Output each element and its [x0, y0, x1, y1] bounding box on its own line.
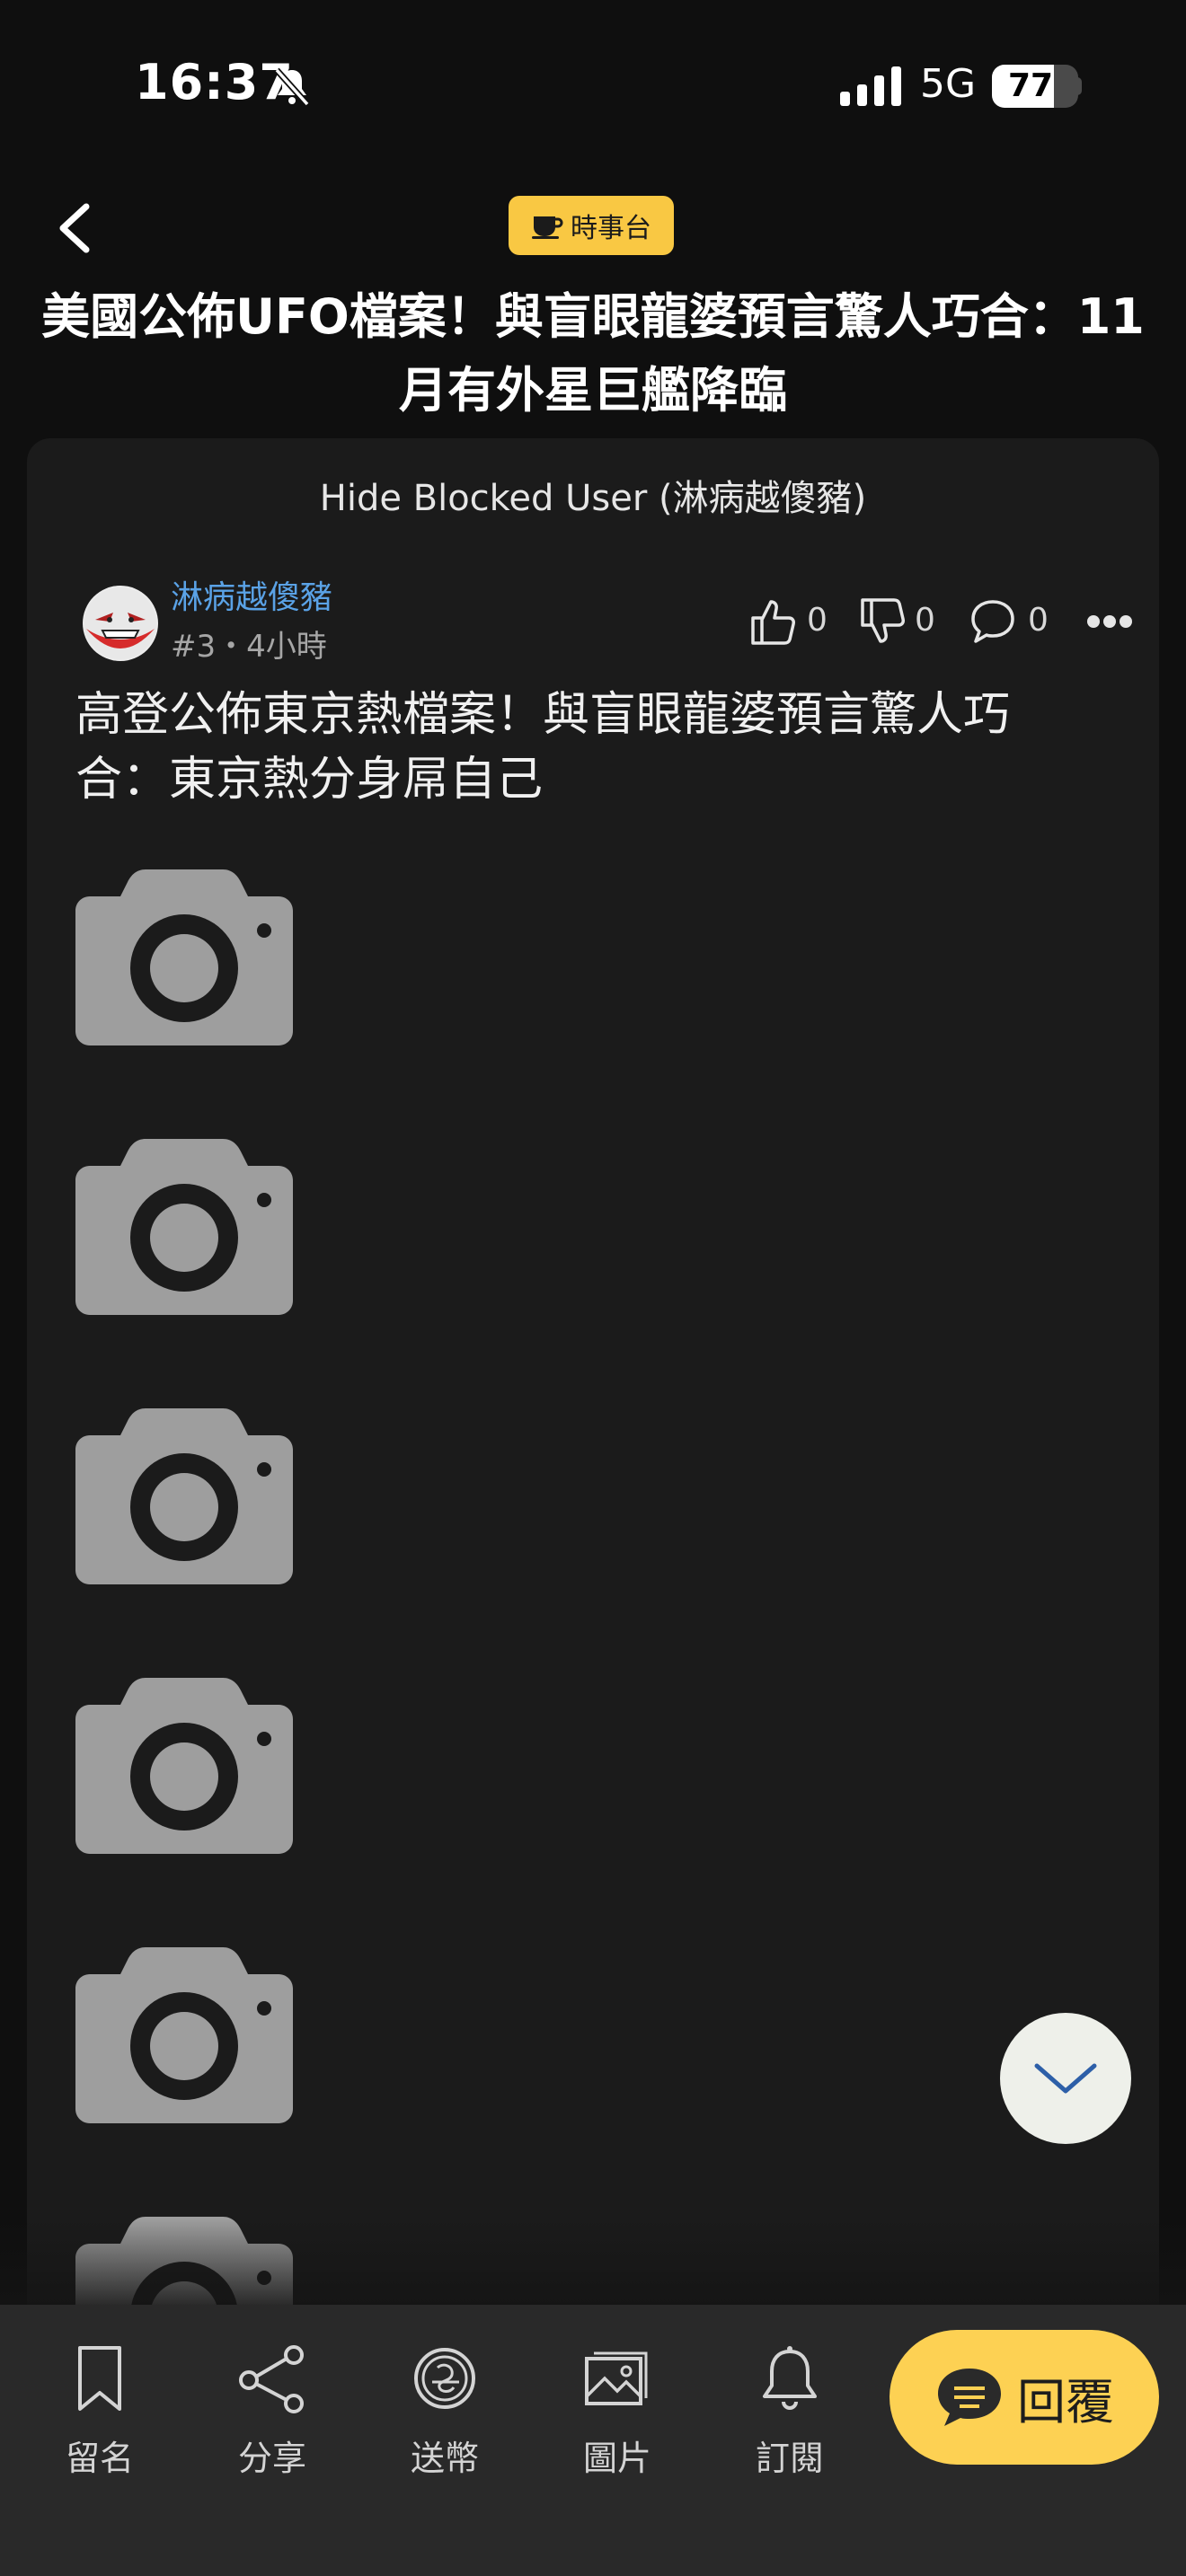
category-tag[interactable]: 時事台	[509, 196, 674, 255]
send-coin-button[interactable]: 送幣	[377, 2341, 512, 2484]
thumbs-down-icon[interactable]	[859, 596, 907, 647]
network-label: 5G	[920, 61, 977, 107]
category-label: 時事台	[571, 213, 651, 244]
subscribe-button[interactable]: 訂閱	[722, 2341, 857, 2484]
chevron-down-icon	[1034, 2063, 1097, 2094]
images-button[interactable]: 圖片	[550, 2341, 685, 2484]
image-placeholder-camera-icon[interactable]	[75, 1408, 293, 1584]
image-placeholder-camera-icon[interactable]	[75, 869, 293, 1045]
coin-icon	[414, 2348, 475, 2409]
bookmark-button[interactable]: 留名	[32, 2341, 167, 2484]
share-icon	[239, 2345, 304, 2413]
comment-icon[interactable]	[969, 596, 1017, 647]
coffee-cup-icon	[532, 216, 563, 239]
image-placeholder-camera-icon[interactable]	[75, 1947, 293, 2123]
thread-title-line: 美國公佈UFO檔案！與盲眼龍婆預言驚人巧合：11	[41, 288, 1145, 345]
images-label: 圖片	[582, 2439, 651, 2478]
bottom-shade	[0, 2219, 1186, 2307]
chat-bubble-icon	[938, 2369, 1001, 2426]
reply-label: 回覆	[1017, 2373, 1114, 2430]
battery-nub	[1075, 77, 1082, 95]
thumbs-up-icon[interactable]	[749, 596, 798, 647]
like-count: 0	[807, 602, 828, 639]
post-body-line: 合：東京熱分身屌自己	[75, 753, 544, 807]
battery-level: 77	[1007, 67, 1054, 104]
comment-count: 0	[1028, 602, 1049, 639]
back-button[interactable]	[50, 199, 101, 257]
battery-icon: 77	[992, 65, 1078, 108]
bookmark-icon	[78, 2346, 121, 2411]
more-options-icon[interactable]	[1087, 613, 1132, 631]
signal-icon	[840, 66, 901, 106]
send-coin-label: 送幣	[410, 2439, 479, 2478]
post-actions: 0 0 0	[27, 596, 1159, 647]
thread-title: 美國公佈UFO檔案！與盲眼龍婆預言驚人巧合：11 月有外星巨艦降臨	[36, 280, 1150, 428]
image-placeholder-camera-icon[interactable]	[75, 1678, 293, 1854]
scroll-down-button[interactable]	[1000, 2013, 1131, 2144]
images-icon	[585, 2351, 648, 2405]
post-body-line: 高登公佈東京熱檔案！與盲眼龍婆預言驚人巧	[75, 688, 1011, 742]
reply-button[interactable]: 回覆	[890, 2330, 1159, 2465]
subscribe-label: 訂閱	[755, 2439, 824, 2478]
post-body: 高登公佈東京熱檔案！與盲眼龍婆預言驚人巧 合：東京熱分身屌自己	[75, 683, 1082, 812]
hide-blocked-user-button[interactable]: Hide Blocked User (淋病越傻豬)	[27, 469, 1159, 521]
bell-muted-icon	[274, 67, 310, 107]
bookmark-label: 留名	[65, 2439, 134, 2478]
image-placeholder-camera-icon[interactable]	[75, 1139, 293, 1315]
status-bar: 16:37 5G 77	[0, 0, 1186, 171]
thread-title-line: 月有外星巨艦降臨	[399, 362, 787, 419]
share-label: 分享	[237, 2439, 306, 2478]
bell-icon	[763, 2346, 817, 2410]
share-button[interactable]: 分享	[205, 2341, 340, 2484]
dislike-count: 0	[915, 602, 935, 639]
